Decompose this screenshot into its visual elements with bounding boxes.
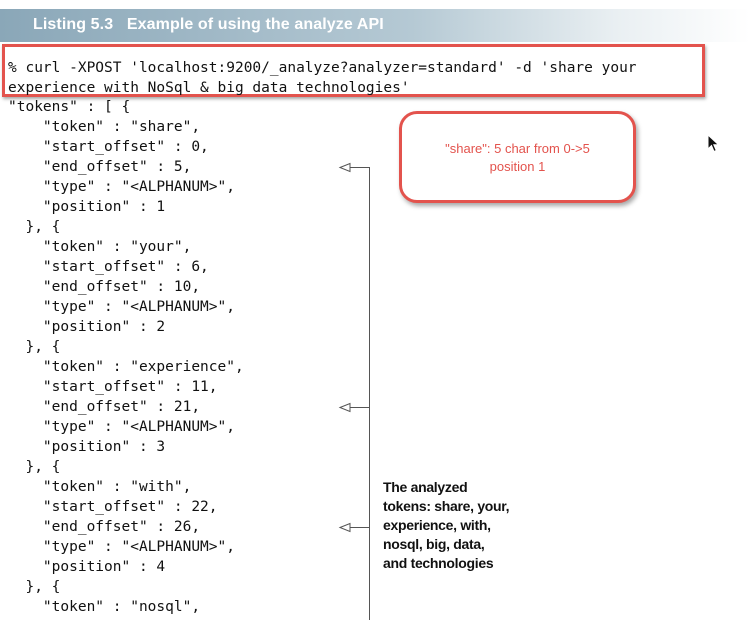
mouse-pointer-icon xyxy=(707,134,720,153)
arrowhead-icon xyxy=(338,162,351,173)
callout-connectors xyxy=(338,162,370,620)
arrowhead-icon xyxy=(338,522,351,533)
arrowhead-icon xyxy=(338,402,351,413)
